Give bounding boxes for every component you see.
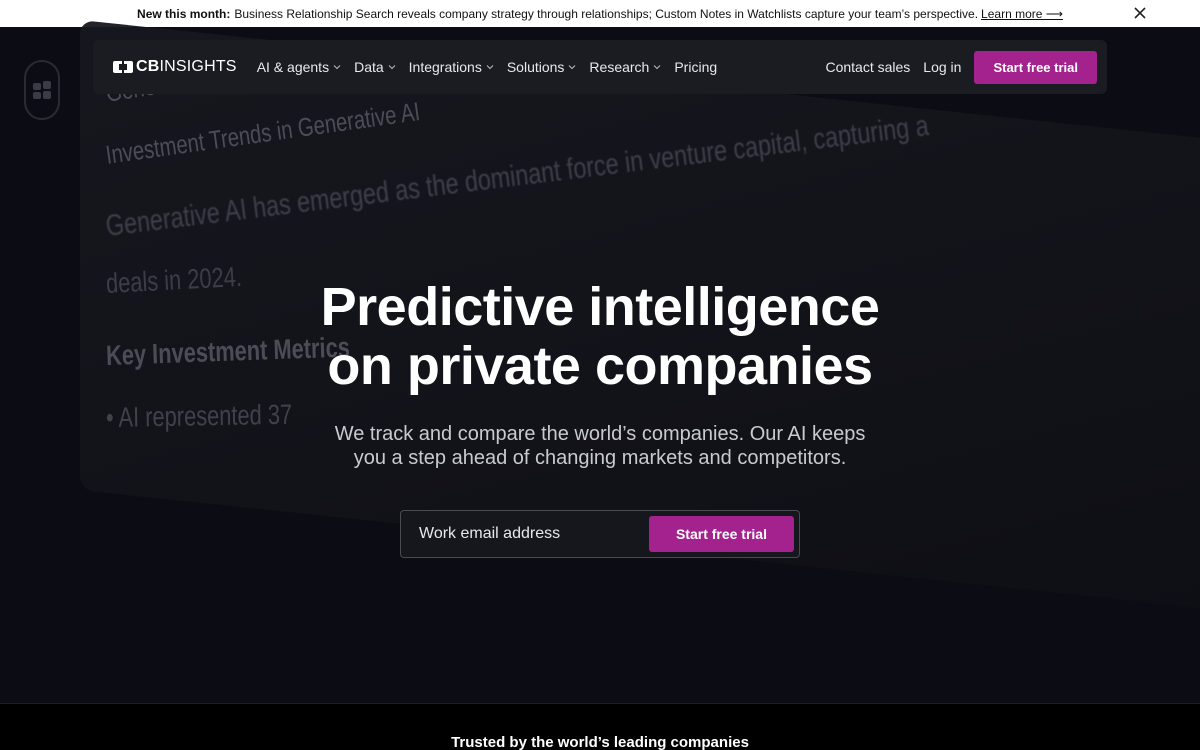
announcement-prefix: New this month: xyxy=(137,6,231,21)
nav-item-pricing[interactable]: Pricing xyxy=(674,59,717,75)
contact-sales-link[interactable]: Contact sales xyxy=(825,59,910,75)
main-navigation: CBINSIGHTS AI & agents Data Integrations… xyxy=(93,40,1107,94)
signup-form: Start free trial xyxy=(400,510,800,558)
chevron-down-icon xyxy=(653,65,661,70)
brand-name: CBINSIGHTS xyxy=(136,58,237,75)
nav-item-ai-agents[interactable]: AI & agents xyxy=(257,59,341,75)
announcement-learn-more-link[interactable]: Learn more ⟶ xyxy=(981,7,1063,21)
chevron-down-icon xyxy=(333,65,341,70)
nav-item-data[interactable]: Data xyxy=(354,59,396,75)
cb-logo-icon xyxy=(113,61,133,73)
app-grid-icon xyxy=(33,81,51,99)
nav-right-group: Contact sales Log in Start free trial xyxy=(825,50,1097,84)
chevron-down-icon xyxy=(388,65,396,70)
nav-item-integrations[interactable]: Integrations xyxy=(409,59,494,75)
chevron-down-icon xyxy=(569,65,576,70)
work-email-input[interactable] xyxy=(419,525,649,543)
hero-subtitle: We track and compare the world’s compani… xyxy=(334,423,866,469)
nav-item-solutions[interactable]: Solutions xyxy=(507,59,577,75)
side-app-icon xyxy=(24,60,60,120)
cb-insights-logo[interactable]: CBINSIGHTS xyxy=(113,58,237,76)
nav-item-research[interactable]: Research xyxy=(589,59,661,75)
hero-title: Predictive intelligence on private compa… xyxy=(320,277,880,396)
trusted-by-section: Trusted by the world’s leading companies xyxy=(0,703,1200,750)
nav-start-free-trial-button[interactable]: Start free trial xyxy=(974,50,1097,84)
chevron-down-icon xyxy=(486,65,494,70)
announcement-message: Business Relationship Search reveals com… xyxy=(234,6,979,21)
close-icon[interactable] xyxy=(1132,5,1148,21)
hero-start-free-trial-button[interactable]: Start free trial xyxy=(648,516,794,552)
trusted-by-heading: Trusted by the world’s leading companies xyxy=(451,734,749,750)
announcement-bar: New this month: Business Relationship Se… xyxy=(0,0,1200,27)
login-link[interactable]: Log in xyxy=(923,59,961,75)
